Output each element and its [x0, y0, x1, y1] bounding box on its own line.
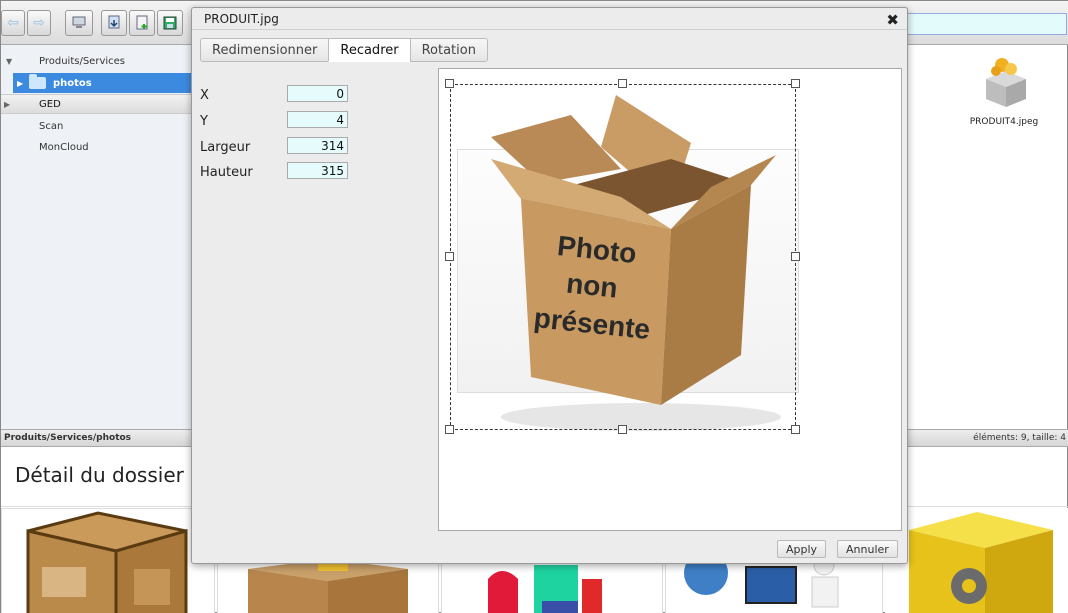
- package-icon: [986, 58, 1026, 107]
- sidebar: ▼ Produits/Services ▶ photos ▶ GED Scan …: [1, 45, 192, 429]
- crop-handle-n[interactable]: [618, 79, 627, 88]
- file-item[interactable]: [956, 49, 1056, 112]
- download-icon: [108, 15, 120, 29]
- crop-canvas[interactable]: Photo non présente: [438, 68, 902, 531]
- sidebar-item-label: MonCloud: [39, 141, 89, 153]
- sidebar-item-scan[interactable]: Scan: [1, 116, 192, 136]
- new-document-icon: [136, 15, 148, 30]
- tab-bar: Redimensionner Recadrer Rotation: [200, 38, 488, 62]
- tab-recadrer[interactable]: Recadrer: [328, 38, 410, 62]
- arrow-left-icon: ⇦: [7, 15, 19, 31]
- status-summary: éléments: 9, taille: 4: [973, 433, 1066, 443]
- crop-selection[interactable]: [450, 84, 796, 430]
- gear-box-image: [909, 512, 1053, 613]
- hauteur-input[interactable]: [287, 162, 348, 179]
- back-button[interactable]: ⇦: [1, 10, 25, 36]
- sidebar-item-label: GED: [39, 98, 61, 110]
- x-label: X: [200, 88, 209, 103]
- apply-button[interactable]: Apply: [777, 540, 827, 558]
- crop-handle-sw[interactable]: [445, 425, 454, 434]
- chevron-right-icon[interactable]: ▶: [17, 79, 23, 88]
- file-item-label: PRODUIT4.jpeg: [969, 117, 1039, 127]
- crop-handle-nw[interactable]: [445, 79, 454, 88]
- floppy-disk-icon: [163, 16, 177, 30]
- crop-handle-w[interactable]: [445, 252, 454, 261]
- sidebar-item-label: Produits/Services: [39, 55, 125, 67]
- sidebar-item-label: Scan: [39, 120, 64, 132]
- close-icon[interactable]: ✖: [886, 11, 899, 29]
- crop-handle-se[interactable]: [791, 425, 800, 434]
- fragile-box-image: [26, 511, 188, 613]
- image-editor-dialog: PRODUIT.jpg ✖ Redimensionner Recadrer Ro…: [191, 7, 908, 564]
- crop-handle-ne[interactable]: [791, 79, 800, 88]
- download-button[interactable]: [101, 10, 127, 36]
- save-button[interactable]: [157, 10, 183, 36]
- arrow-right-icon: ⇨: [33, 15, 45, 31]
- sidebar-item-label: photos: [53, 77, 92, 89]
- crop-handle-e[interactable]: [791, 252, 800, 261]
- largeur-input[interactable]: [287, 137, 348, 154]
- detail-title: Détail du dossier p: [15, 463, 203, 487]
- path-input[interactable]: [907, 13, 1067, 35]
- tab-redimensionner[interactable]: Redimensionner: [200, 38, 329, 62]
- computer-icon: [72, 16, 86, 28]
- chevron-right-icon[interactable]: ▶: [4, 100, 10, 109]
- x-input[interactable]: [287, 85, 348, 102]
- y-label: Y: [200, 114, 208, 129]
- sidebar-item-produits-services[interactable]: ▼ Produits/Services: [1, 51, 192, 71]
- new-document-button[interactable]: [129, 10, 155, 36]
- sidebar-item-moncloud[interactable]: MonCloud: [1, 137, 192, 157]
- y-input[interactable]: [287, 111, 348, 128]
- forward-button[interactable]: ⇨: [27, 10, 51, 36]
- cancel-button[interactable]: Annuler: [837, 540, 898, 558]
- thumbnail[interactable]: [885, 508, 1068, 613]
- sidebar-item-ged[interactable]: ▶ GED: [1, 94, 192, 114]
- sidebar-item-photos[interactable]: ▶ photos: [13, 73, 192, 93]
- status-path: Produits/Services/photos: [4, 433, 132, 443]
- hauteur-label: Hauteur: [200, 165, 253, 180]
- chevron-down-icon[interactable]: ▼: [6, 57, 12, 66]
- computer-button[interactable]: [65, 10, 93, 36]
- dialog-titlebar[interactable]: [192, 8, 907, 30]
- tab-rotation[interactable]: Rotation: [409, 38, 488, 62]
- thumbnail[interactable]: [1, 508, 215, 613]
- crop-handle-s[interactable]: [618, 425, 627, 434]
- dialog-title: PRODUIT.jpg: [204, 12, 279, 26]
- largeur-label: Largeur: [200, 140, 251, 155]
- folder-icon: [29, 74, 46, 89]
